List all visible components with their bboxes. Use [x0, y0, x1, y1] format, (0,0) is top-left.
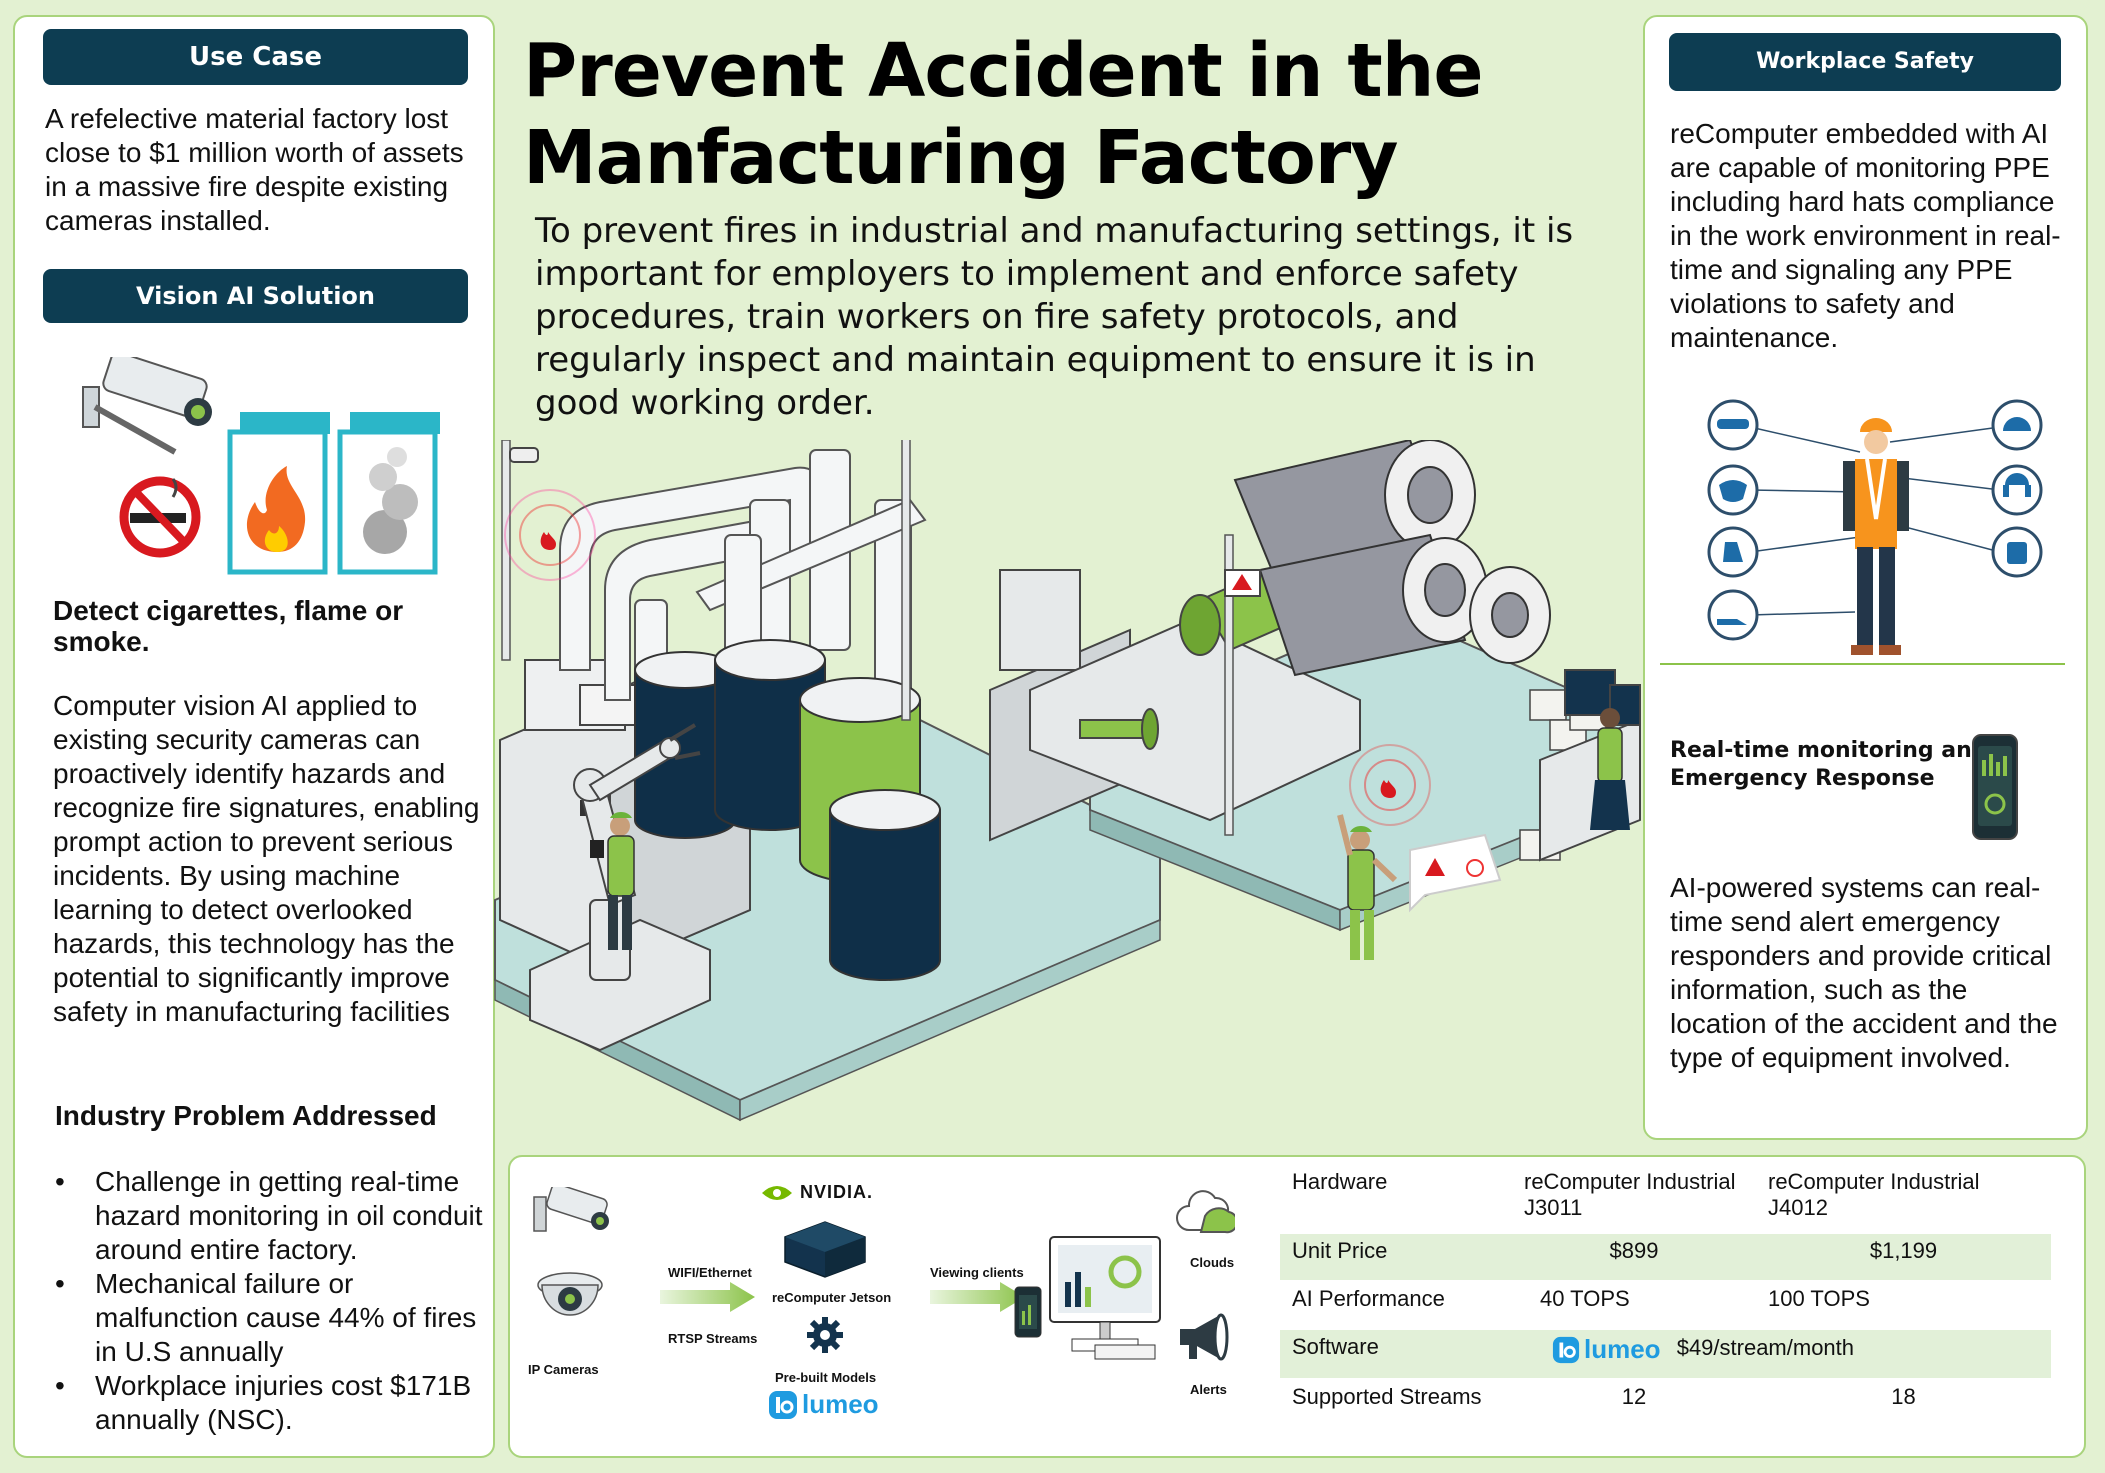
lumeo-wordmark: lumeo [802, 1389, 879, 1419]
table-cell: 18 [1756, 1379, 2051, 1436]
use-case-panel: Use Case A refelective material factory … [13, 15, 495, 1458]
table-row: Supported Streams 12 18 [1280, 1379, 2051, 1436]
table-cell: lumeo $49/stream/month [1512, 1329, 2051, 1380]
table-cell: AI Performance [1280, 1281, 1512, 1330]
table-cell: Unit Price [1280, 1233, 1512, 1282]
vision-ai-text: Computer vision AI applied to existing s… [53, 690, 480, 1027]
nvidia-wordmark: NVIDIA. [800, 1182, 874, 1202]
clouds-label: Clouds [1190, 1255, 1235, 1270]
monitor-dashboard-icon [1014, 1236, 1161, 1360]
deployment-panel: IP Cameras WIFI/Ethernet RTSP Streams NV… [508, 1155, 2086, 1458]
workplace-safety-panel: Workplace Safety reComputer embedded wit… [1643, 15, 2088, 1140]
workplace-safety-label: Workplace Safety [1669, 33, 2061, 91]
vision-ai-solution-label: Vision AI Solution [43, 269, 468, 323]
lumeo-logo: lumeo [768, 1389, 879, 1420]
table-row: AI Performance 40 TOPS 100 TOPS [1280, 1281, 2051, 1330]
table-cell: $899 [1512, 1233, 1756, 1282]
table-row: Software lumeo $49/stream/month [1280, 1329, 2051, 1380]
page-title: Prevent Accident in the Manfacturing Fac… [523, 28, 1623, 202]
table-cell: 12 [1512, 1379, 1756, 1436]
realtime-monitoring-heading: Real-time monitoring and Emergency Respo… [1670, 738, 1988, 791]
ppe-diagram [1707, 399, 2043, 655]
rtsp-streams-label: RTSP Streams [668, 1331, 758, 1346]
flame-icon [227, 412, 330, 575]
boot-icon [1707, 589, 1759, 641]
smoke-icon [337, 412, 440, 575]
recomputer-jetson-label: reComputer Jetson [772, 1290, 892, 1305]
ip-cameras-label: IP Cameras [528, 1362, 599, 1377]
hazard-icons [82, 357, 440, 575]
alerts-label: Alerts [1190, 1382, 1227, 1397]
table-row: Unit Price $899 $1,199 [1280, 1233, 2051, 1282]
ip-camera-icon [533, 1187, 609, 1316]
gear-icon [807, 1317, 843, 1353]
table-cell: reComputer Industrial J4012 [1756, 1165, 2051, 1234]
safety-worker-icon [1843, 418, 1909, 655]
prebuilt-models-label: Pre-built Models [775, 1370, 877, 1385]
no-smoking-icon [119, 476, 201, 558]
section-divider [1660, 663, 2065, 665]
nvidia-eye-icon [762, 1185, 792, 1200]
use-case-text: A refelective material factory lost clos… [45, 103, 464, 236]
lumeo-logo: lumeo [1552, 1334, 1661, 1365]
table-cell: Software [1280, 1329, 1512, 1380]
intro-text: To prevent fires in industrial and manuf… [535, 211, 1574, 423]
recomputer-jetson-icon [784, 1221, 866, 1278]
title-line-1: Prevent Accident in the [523, 28, 1484, 114]
wifi-ethernet-label: WIFI/Ethernet [668, 1265, 752, 1280]
table-cell: reComputer Industrial J3011 [1512, 1165, 1756, 1234]
table-cell: Hardware [1280, 1165, 1512, 1234]
camera-warning-pole [501, 440, 539, 661]
list-item: Workplace injuries cost $171B annually (… [55, 1369, 485, 1437]
spec-table: Hardware reComputer Industrial J3011 reC… [1280, 1165, 2051, 1436]
arrow-right-icon [660, 1282, 755, 1312]
phone-icon [1972, 734, 2018, 840]
security-camera-icon [82, 357, 212, 455]
industry-problem-heading: Industry Problem Addressed [55, 1100, 437, 1131]
lumeo-wordmark: lumeo [1584, 1334, 1661, 1364]
lumeo-icon [1552, 1336, 1580, 1363]
workplace-safety-text: reComputer embedded with AI are capable … [1670, 118, 2061, 353]
table-row: Hardware reComputer Industrial J3011 reC… [1280, 1165, 2051, 1234]
megaphone-icon [1180, 1313, 1229, 1361]
problem-list: Challenge in getting real-time hazard mo… [55, 1165, 485, 1437]
table-cell: 40 TOPS [1512, 1281, 1756, 1330]
title-line-2: Manfacturing Factory [523, 115, 1399, 201]
detect-heading: Detect cigarettes, flame or smoke. [53, 595, 404, 657]
use-case-label: Use Case [43, 29, 468, 85]
lumeo-icon [769, 1390, 797, 1419]
software-price: $49/stream/month [1676, 1335, 1855, 1361]
steel-coils [1233, 440, 1551, 677]
table-cell: Supported Streams [1280, 1379, 1512, 1436]
table-cell: 100 TOPS [1756, 1281, 2051, 1330]
table-cell: $1,199 [1756, 1233, 2051, 1282]
nvidia-logo: NVIDIA. [760, 1182, 873, 1203]
list-item: Mechanical failure or malfunction cause … [55, 1267, 485, 1369]
factory-illustration [494, 440, 1641, 1122]
realtime-monitoring-text: AI-powered systems can real-time send al… [1670, 872, 2058, 1073]
list-item: Challenge in getting real-time hazard mo… [55, 1165, 485, 1267]
cloud-icon [1176, 1190, 1235, 1234]
